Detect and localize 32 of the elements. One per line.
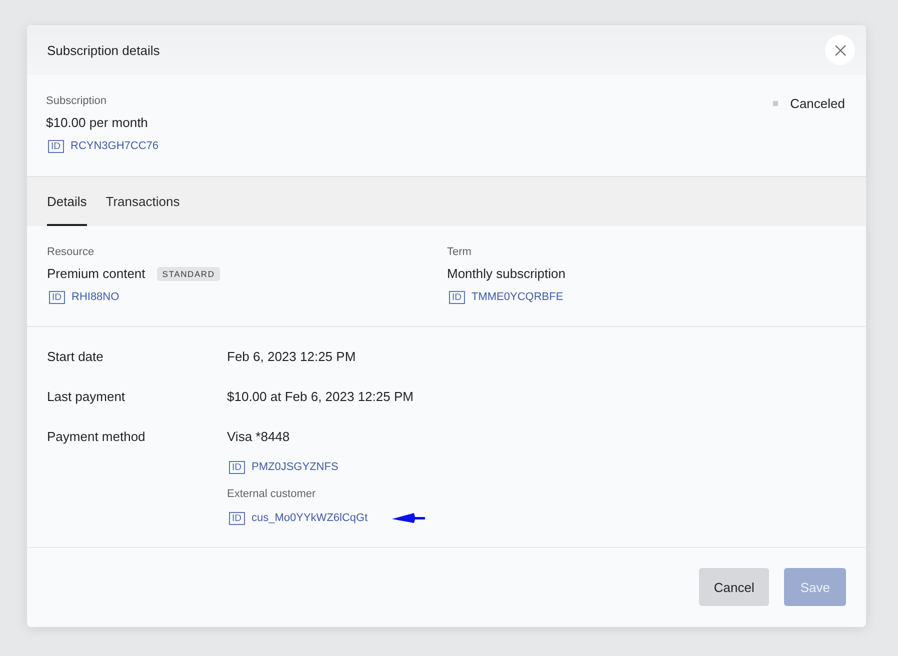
price-text: $10.00 per month <box>46 115 149 131</box>
id-link[interactable]: cus_Mo0YYkWZ6lCqGt <box>252 512 368 524</box>
field-label: Resource <box>47 245 96 259</box>
field-value: Visa *8448 <box>227 429 291 445</box>
id-tag: ID <box>229 460 244 474</box>
field-value: Monthly subscription <box>447 266 566 282</box>
id-link[interactable]: RHI88NO <box>72 291 120 303</box>
id-tag: ID <box>229 512 244 524</box>
arrow-icon <box>392 513 425 523</box>
id-link[interactable]: TMME0YCQRBFE <box>472 291 564 303</box>
field-label: Payment method <box>47 429 146 446</box>
section-label: Subscription <box>46 94 108 108</box>
id-tag: ID <box>49 290 64 304</box>
field-label: Term <box>447 245 472 259</box>
tab[interactable]: Details <box>47 177 87 226</box>
tab[interactable]: Transactions <box>106 177 180 226</box>
field-value: Premium content <box>47 266 146 282</box>
dialog-title: Subscription details <box>47 42 160 58</box>
plan-badge: STANDARD <box>157 267 220 281</box>
status-text: Canceled <box>790 96 845 111</box>
id-link[interactable]: PMZ0JSGYZNFS <box>252 461 338 473</box>
field-label: External customer <box>227 487 317 501</box>
id-link[interactable]: RCYN3GH7CC76 <box>70 140 159 152</box>
id-tag: ID <box>449 290 464 304</box>
field-label: Last payment <box>47 389 126 405</box>
cancel-button[interactable]: Cancel <box>698 568 770 606</box>
field-value: $10.00 at Feb 6, 2023 12:25 PM <box>227 389 414 405</box>
field-value: Feb 6, 2023 12:25 PM <box>227 349 357 365</box>
id-tag: ID <box>48 140 64 152</box>
field-label: Start date <box>47 349 104 365</box>
close-icon <box>834 44 846 56</box>
close-button[interactable] <box>825 35 855 65</box>
